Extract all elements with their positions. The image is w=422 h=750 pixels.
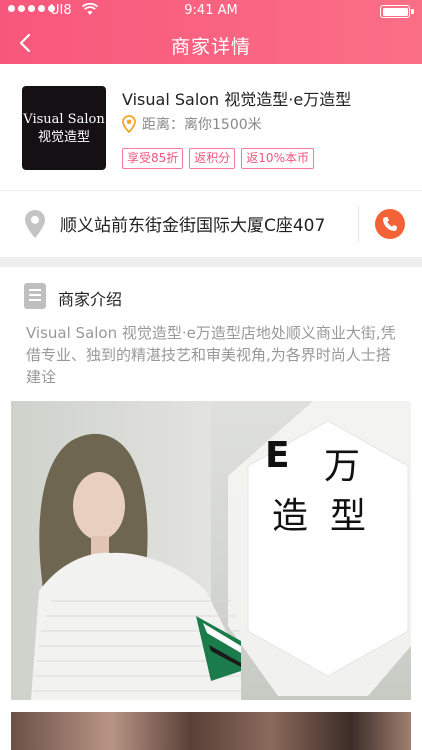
- address-row[interactable]: 顺义站前东街金街国际大厦C座407: [0, 191, 422, 257]
- battery-icon: [380, 5, 414, 18]
- brand-text-zaoxing: 造型: [272, 496, 389, 537]
- logo-text-line1: Visual Salon: [23, 111, 105, 127]
- merchant-name: Visual Salon 视觉造型·e万造型: [122, 90, 352, 109]
- points-tag: 返积分: [189, 148, 236, 169]
- status-time: 9:41 AM: [184, 3, 238, 18]
- divider: [358, 206, 359, 242]
- merchant-card: Visual Salon 视觉造型 Visual Salon 视觉造型·e万造型…: [0, 64, 422, 190]
- discount-tag: 享受85折: [122, 148, 184, 169]
- merchant-distance: 距离：离你1500米: [122, 114, 262, 134]
- location-pin-icon: [122, 115, 136, 133]
- brand-letter-e: E: [265, 435, 290, 476]
- distance-text: 距离：离你1500米: [142, 117, 262, 133]
- merchant-logo: Visual Salon 视觉造型: [22, 86, 106, 170]
- document-icon: [24, 283, 46, 309]
- logo-text-line2: 视觉造型: [37, 129, 90, 145]
- location-pin-icon: [25, 210, 45, 238]
- app-header: UI8 9:41 AM 商家详情: [0, 0, 422, 64]
- phone-icon: [383, 217, 397, 231]
- intro-title: 商家介绍: [58, 290, 123, 309]
- call-button[interactable]: [375, 209, 405, 239]
- address-text: 顺义站前东街金街国际大厦C座407: [60, 216, 326, 236]
- brand-char-wan: 万: [324, 446, 361, 487]
- model-illustration: [31, 433, 241, 700]
- status-bar: UI8 9:41 AM: [0, 0, 422, 22]
- merchant-photo-2[interactable]: [11, 712, 411, 750]
- section-gap: [0, 257, 422, 267]
- intro-description: Visual Salon 视觉造型·e万造型店地处顺义商业大街,凭借专业、独到的…: [26, 324, 396, 386]
- page-title: 商家详情: [170, 36, 251, 58]
- merchant-tags: 享受85折 返积分 返10%本币: [122, 148, 314, 169]
- cashback-tag: 返10%本币: [241, 148, 314, 169]
- intro-header: 商家介绍: [0, 278, 422, 318]
